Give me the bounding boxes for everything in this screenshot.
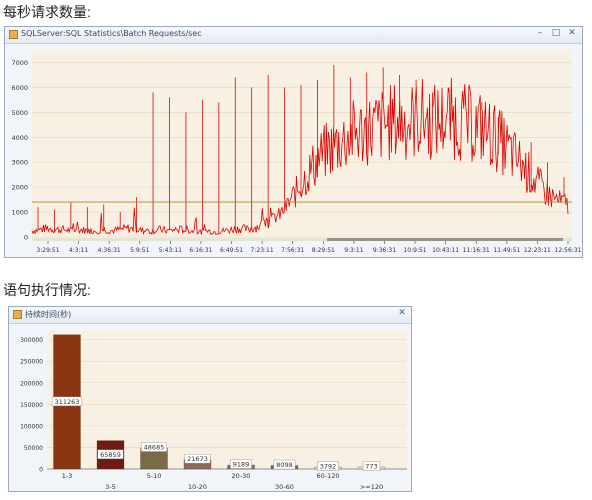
- batch-requests-chart-window: SQLServer:SQL Statistics\Batch Requests/…: [4, 26, 583, 258]
- y-tick-label: 50000: [24, 445, 43, 452]
- duration-chart-window: 持续时间(秒) ✕ 0 50000 100000 150000 200000 250000…: [8, 306, 412, 492]
- duration-bar-chart: 0 50000 100000 150000 200000 250000 300000 3112…: [9, 324, 411, 491]
- y-tick-label: 200000: [20, 380, 43, 387]
- window-titlebar[interactable]: SQLServer:SQL Statistics\Batch Requests/…: [5, 27, 582, 44]
- y-tick-label: 6000: [11, 84, 28, 92]
- bar-value-label: 65859: [100, 451, 121, 459]
- window-titlebar[interactable]: 持续时间(秒) ✕: [9, 307, 411, 324]
- y-tick-label: 250000: [20, 359, 43, 366]
- close-button[interactable]: ✕: [395, 308, 409, 318]
- x-category-label: 60-120: [316, 472, 339, 480]
- y-tick-label: 2000: [11, 184, 28, 192]
- x-tick-label: 5:9:51: [130, 247, 149, 254]
- x-category-label: 5-10: [147, 472, 162, 480]
- y-tick-label: 0: [39, 467, 43, 474]
- x-tick-label: 11:49:51: [493, 247, 520, 254]
- line-chart-svg: 0 1000 2000 3000 4000 5000 6000 7000 3:29:51 4:3:…: [11, 50, 582, 254]
- bar-chart-svg: 0 50000 100000 150000 200000 250000 300000 3112…: [20, 331, 407, 491]
- minimize-button[interactable]: –: [533, 28, 547, 38]
- y-tick-label: 7000: [11, 59, 28, 67]
- x-category-label: 3-5: [105, 483, 116, 491]
- x-tick-label: 6:16:31: [189, 247, 212, 254]
- requests-per-second-heading: 每秒请求数量:: [3, 4, 91, 20]
- x-tick-label: 12:56:31: [555, 247, 582, 254]
- y-tick-label: 150000: [20, 402, 43, 409]
- bar-value-label: 9189: [233, 461, 250, 469]
- x-tick-label: 8:29:51: [312, 247, 335, 254]
- x-tick-label: 4:36:31: [98, 247, 121, 254]
- bar-value-label: 773: [365, 463, 377, 471]
- chart-window-icon: [13, 310, 22, 319]
- y-tick-label: 3000: [11, 159, 28, 167]
- y-tick-label: 5000: [11, 109, 28, 117]
- x-tick-label: 7:56:31: [281, 247, 304, 254]
- scrollbar-thumb: [327, 238, 563, 241]
- x-category-label: 20-30: [232, 472, 251, 480]
- x-tick-label: 5:43:11: [159, 247, 182, 254]
- y-tick-label: 4000: [11, 134, 28, 142]
- bar-value-label: 21673: [187, 455, 208, 463]
- x-category-label: 10-20: [188, 483, 207, 491]
- chart-window-icon: [9, 30, 18, 39]
- bar-value-label: 3792: [320, 463, 337, 471]
- maximize-button[interactable]: □: [549, 28, 563, 38]
- x-tick-label: 6:49:51: [220, 247, 243, 254]
- x-tick-label: 10:9:51: [403, 247, 426, 254]
- close-button[interactable]: ✕: [565, 28, 579, 38]
- x-tick-label: 3:29:51: [36, 247, 59, 254]
- window-title: 持续时间(秒): [25, 310, 72, 319]
- bar-value-label: 311263: [55, 398, 80, 406]
- x-tick-label: 4:3:11: [69, 247, 88, 254]
- y-tick-label: 300000: [20, 337, 43, 344]
- y-tick-label: 0: [24, 234, 28, 242]
- x-tick-label: 10:43:11: [432, 247, 459, 254]
- plot-area: [32, 50, 572, 237]
- bar-value-label: 8098: [276, 461, 293, 469]
- window-title: SQLServer:SQL Statistics\Batch Requests/…: [21, 29, 202, 38]
- y-tick-label: 100000: [20, 423, 43, 430]
- batch-requests-line-chart: 0 1000 2000 3000 4000 5000 6000 7000 3:29:51 4:3:…: [5, 44, 582, 257]
- x-tick-label: 11:16:31: [463, 247, 490, 254]
- bar-value-label: 48685: [144, 444, 165, 452]
- x-category-label: 30-60: [275, 483, 294, 491]
- x-category-label: 1-3: [62, 472, 73, 480]
- statement-execution-heading: 语句执行情况:: [3, 282, 91, 298]
- y-tick-label: 1000: [11, 209, 28, 217]
- x-tick-label: 7:23:11: [251, 247, 274, 254]
- x-tick-label: 12:23:11: [524, 247, 551, 254]
- x-tick-label: 9:3:11: [344, 247, 363, 254]
- x-tick-label: 9:36:31: [373, 247, 396, 254]
- x-category-label: >=120: [360, 483, 383, 491]
